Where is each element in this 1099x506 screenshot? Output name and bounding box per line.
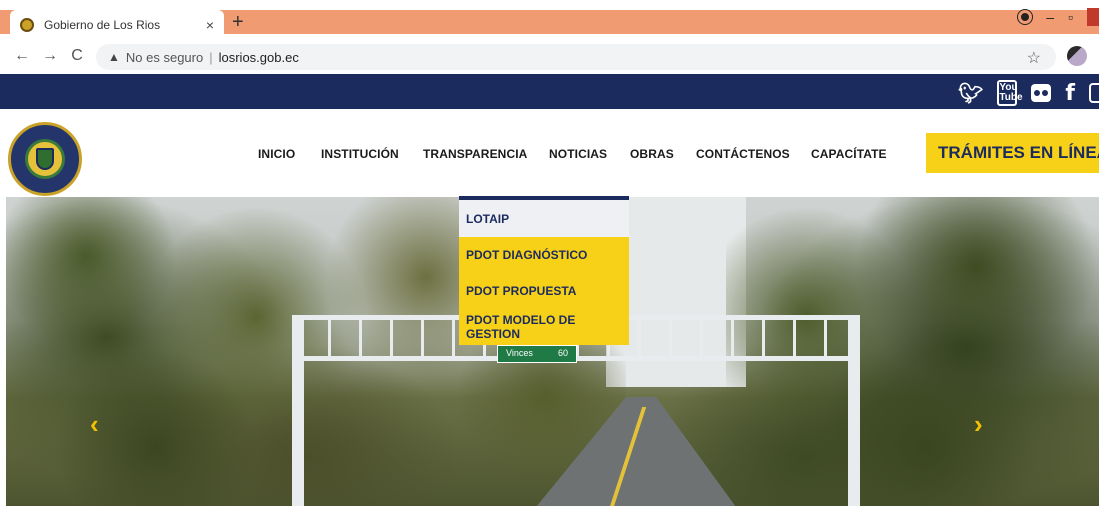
close-window-button[interactable] bbox=[1087, 8, 1099, 26]
top-band bbox=[0, 74, 1099, 109]
facebook-icon[interactable]: f bbox=[1065, 81, 1075, 106]
new-tab-button[interactable]: + bbox=[232, 12, 244, 32]
dropdown-item-pdot-propuesta[interactable]: PDOT PROPUESTA bbox=[459, 273, 629, 309]
browser-tabbar: Gobierno de Los Rios × + – ▫ bbox=[0, 0, 1099, 40]
tab-close-icon[interactable]: × bbox=[206, 17, 214, 33]
browser-tab[interactable]: Gobierno de Los Rios × bbox=[10, 10, 224, 40]
url-input[interactable]: ▲ No es seguro | losrios.gob.ec bbox=[96, 44, 1056, 70]
back-button[interactable]: ← bbox=[14, 47, 30, 65]
flickr-icon[interactable] bbox=[1031, 84, 1052, 102]
site-header: INICIO INSTITUCIÓN TRANSPARENCIA NOTICIA… bbox=[0, 109, 1099, 197]
user-avatar[interactable] bbox=[1067, 46, 1087, 66]
road-sign-distance: 60 bbox=[557, 348, 568, 358]
tramites-button[interactable]: TRÁMITES EN LÍNEA bbox=[926, 133, 1099, 173]
reload-button[interactable]: C bbox=[70, 47, 84, 65]
road-sign: Vinces 60 bbox=[497, 345, 577, 363]
nav-capacitate[interactable]: CAPACÍTATE bbox=[811, 147, 887, 161]
nav-transparencia[interactable]: TRANSPARENCIA bbox=[423, 147, 527, 161]
tab-title: Gobierno de Los Rios bbox=[44, 18, 161, 32]
address-bar: ← → C ▲ No es seguro | losrios.gob.ec bbox=[0, 40, 1099, 72]
url-separator: | bbox=[209, 49, 213, 65]
nav-contactenos[interactable]: CONTÁCTENOS bbox=[696, 147, 790, 161]
site-favicon-icon bbox=[20, 18, 34, 32]
nav-obras[interactable]: OBRAS bbox=[630, 147, 674, 161]
minimize-button[interactable]: – bbox=[1046, 9, 1054, 25]
nav-institucion[interactable]: INSTITUCIÓN bbox=[321, 147, 399, 161]
dropdown-item-lotaip[interactable]: LOTAIP bbox=[459, 200, 629, 237]
maximize-button[interactable]: ▫ bbox=[1068, 9, 1073, 25]
nav-noticias[interactable]: NOTICIAS bbox=[549, 147, 607, 161]
dropdown-item-pdot-modelo-gestion[interactable]: PDOT MODELO DE GESTION bbox=[459, 309, 629, 345]
instagram-icon[interactable] bbox=[1089, 83, 1099, 103]
url-text[interactable]: losrios.gob.ec bbox=[219, 50, 299, 65]
profile-icon[interactable] bbox=[1017, 9, 1034, 25]
slider-prev-icon[interactable]: ‹ bbox=[90, 409, 99, 440]
window-controls: – ▫ bbox=[1017, 8, 1099, 26]
transparencia-dropdown: LOTAIP PDOT DIAGNÓSTICO PDOT PROPUESTA P… bbox=[459, 196, 629, 345]
security-status[interactable]: No es seguro bbox=[126, 50, 203, 65]
slider-next-icon[interactable]: › bbox=[974, 409, 983, 440]
twitter-icon[interactable]: 🐦︎ bbox=[958, 81, 983, 106]
dropdown-item-pdot-diagnostico[interactable]: PDOT DIAGNÓSTICO bbox=[459, 237, 629, 273]
nav-inicio[interactable]: INICIO bbox=[258, 147, 295, 161]
social-links: 🐦︎ You Tube f bbox=[958, 80, 1099, 106]
bookmark-star-icon[interactable]: ☆ bbox=[1027, 48, 1041, 68]
youtube-icon[interactable]: You Tube bbox=[997, 80, 1023, 106]
forward-button[interactable]: → bbox=[42, 47, 58, 65]
road-sign-city: Vinces bbox=[506, 348, 533, 358]
warning-icon[interactable]: ▲ bbox=[108, 50, 120, 64]
